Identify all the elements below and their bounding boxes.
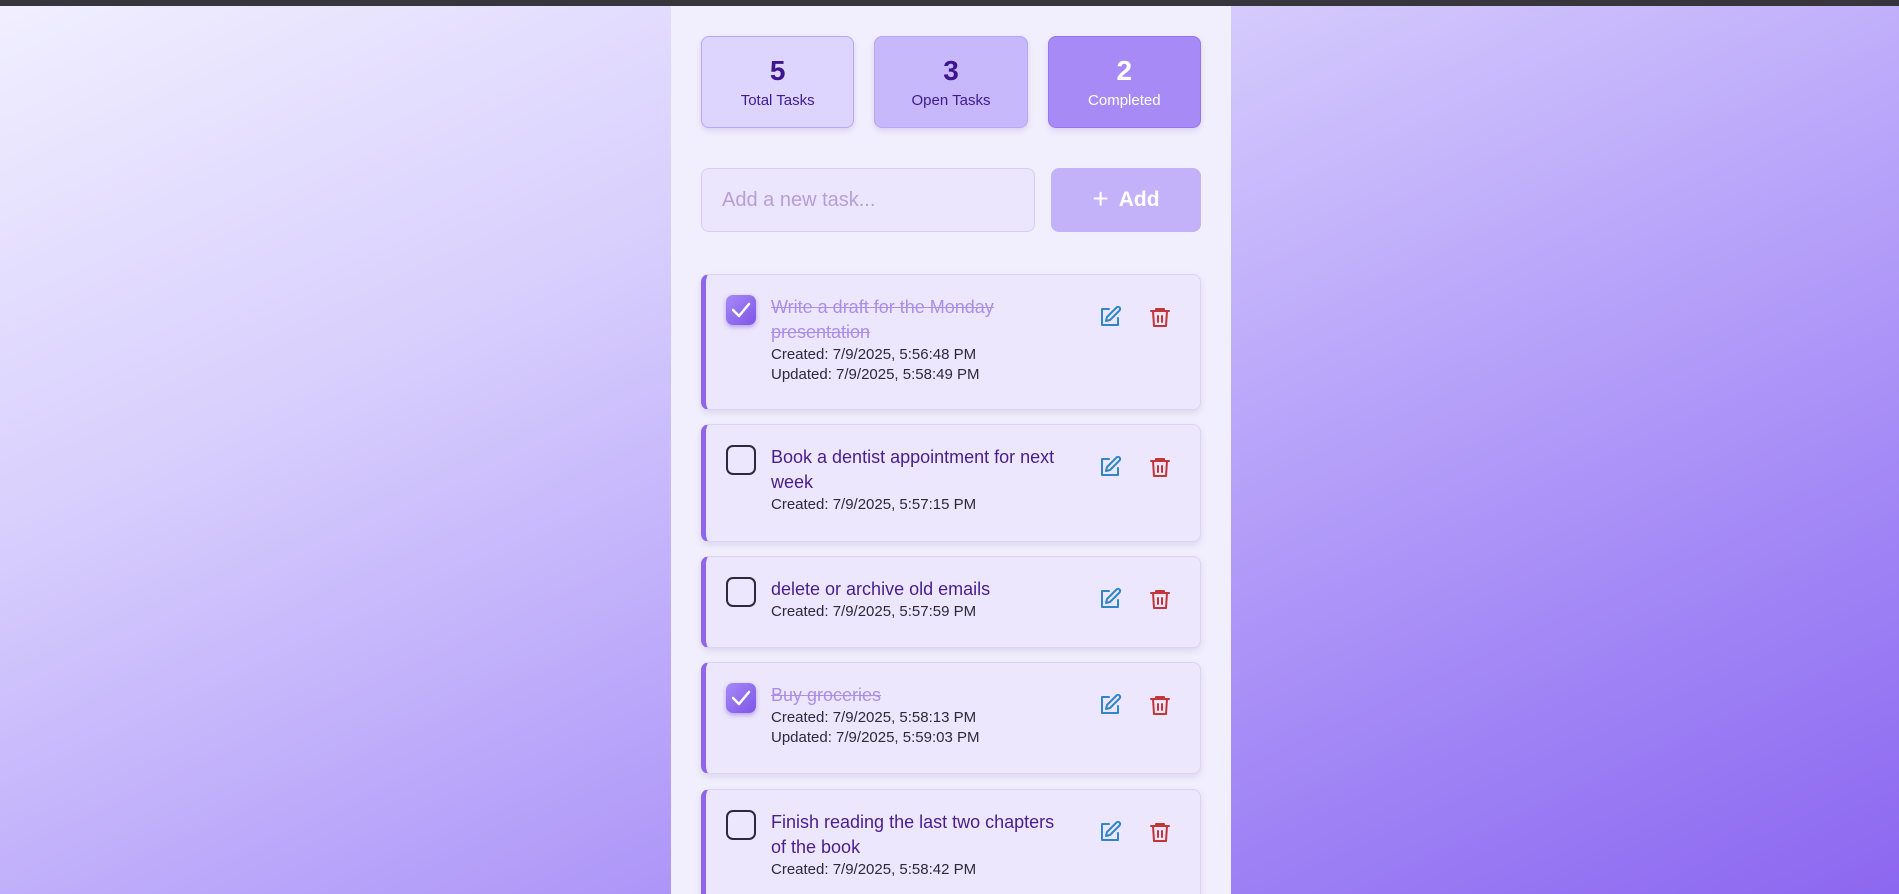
stat-total-label: Total Tasks (740, 91, 815, 109)
trash-icon (1150, 823, 1170, 842)
new-task-input[interactable] (701, 168, 1035, 232)
task-item: Finish reading the last two chapters of … (701, 789, 1201, 894)
task-title: Book a dentist appointment for next week (771, 447, 1055, 492)
stat-completed-value: 2 (1116, 54, 1133, 86)
task-created: Created: 7/9/2025, 5:58:13 PM (771, 709, 977, 726)
edit-icon (1101, 693, 1122, 714)
task-item: Buy groceries Created: 7/9/2025, 5:58:13… (701, 662, 1201, 774)
task-checkbox[interactable] (726, 810, 756, 840)
check-icon (731, 690, 751, 706)
task-checkbox[interactable] (726, 683, 756, 713)
task-title: Buy groceries (771, 685, 882, 705)
stat-completed-label: Completed (1088, 91, 1161, 109)
todo-panel: 5 Total Tasks 3 Open Tasks 2 Completed +… (671, 6, 1231, 894)
edit-task-button[interactable] (1096, 303, 1124, 331)
edit-task-button[interactable] (1096, 691, 1124, 719)
edit-icon (1101, 587, 1122, 608)
stat-total-tasks: 5 Total Tasks (701, 36, 855, 128)
add-task-form: + Add (701, 168, 1201, 234)
edit-task-button[interactable] (1096, 453, 1124, 481)
task-title: Finish reading the last two chapters of … (771, 812, 1055, 857)
task-body: Finish reading the last two chapters of … (771, 810, 1071, 880)
task-checkbox[interactable] (726, 577, 756, 607)
task-item: delete or archive old emails Created: 7/… (701, 556, 1201, 648)
delete-task-button[interactable] (1146, 691, 1174, 719)
trash-icon (1150, 458, 1170, 477)
task-created: Created: 7/9/2025, 5:56:48 PM (771, 346, 977, 363)
stat-open-tasks: 3 Open Tasks (874, 36, 1028, 128)
plus-icon: + (1092, 183, 1109, 214)
stat-open-value: 3 (943, 54, 959, 86)
task-item: Book a dentist appointment for next week… (701, 424, 1201, 542)
edit-icon (1101, 305, 1122, 326)
task-body: Buy groceries Created: 7/9/2025, 5:58:13… (771, 683, 1071, 748)
delete-task-button[interactable] (1146, 303, 1174, 331)
task-body: delete or archive old emails Created: 7/… (771, 577, 1071, 622)
trash-icon (1150, 590, 1170, 609)
task-item: Write a draft for the Monday presentatio… (701, 274, 1201, 410)
edit-task-button[interactable] (1096, 585, 1124, 613)
task-created: Created: 7/9/2025, 5:57:59 PM (771, 603, 977, 620)
edit-icon (1101, 455, 1122, 476)
stat-open-label: Open Tasks (911, 91, 991, 109)
task-checkbox[interactable] (726, 295, 756, 325)
edit-task-button[interactable] (1096, 818, 1124, 846)
add-task-button[interactable]: + Add (1051, 168, 1201, 232)
task-checkbox[interactable] (726, 445, 756, 475)
delete-task-button[interactable] (1146, 818, 1174, 846)
stat-total-value: 5 (769, 54, 786, 86)
task-title: delete or archive old emails (771, 579, 991, 599)
stats-row: 5 Total Tasks 3 Open Tasks 2 Completed (701, 36, 1201, 128)
add-button-label: Add (1118, 188, 1160, 211)
delete-task-button[interactable] (1146, 585, 1174, 613)
stat-completed-tasks: 2 Completed (1047, 36, 1201, 128)
task-created: Created: 7/9/2025, 5:58:42 PM (771, 861, 977, 878)
task-body: Write a draft for the Monday presentatio… (771, 295, 1071, 385)
trash-icon (1150, 308, 1170, 327)
task-body: Book a dentist appointment for next week… (771, 445, 1071, 515)
task-created: Created: 7/9/2025, 5:57:15 PM (771, 496, 977, 513)
delete-task-button[interactable] (1146, 453, 1174, 481)
task-title: Write a draft for the Monday presentatio… (771, 297, 994, 342)
task-updated: Updated: 7/9/2025, 5:59:03 PM (771, 729, 980, 746)
task-updated: Updated: 7/9/2025, 5:58:49 PM (771, 366, 980, 383)
edit-icon (1101, 820, 1122, 841)
trash-icon (1150, 696, 1170, 715)
check-icon (731, 302, 751, 318)
